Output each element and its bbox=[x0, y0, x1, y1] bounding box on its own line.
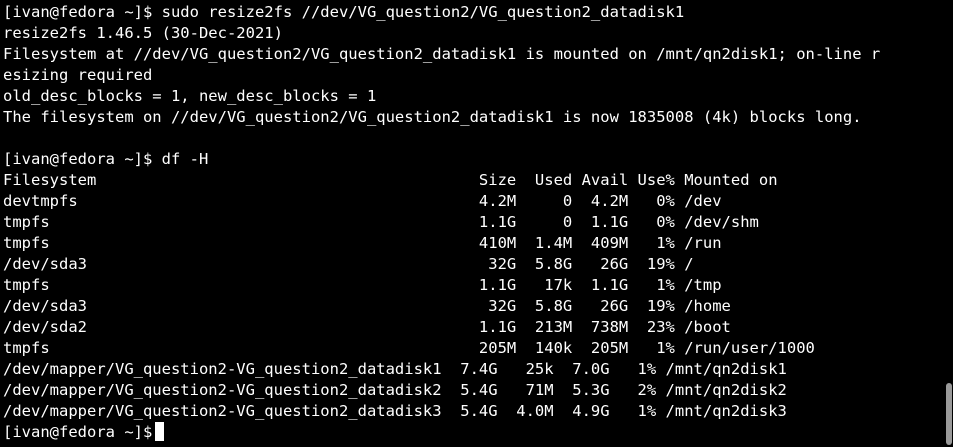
prompt-text: [ivan@fedora ~]$ bbox=[3, 423, 153, 441]
command-line: [ivan@fedora ~]$ df -H bbox=[3, 150, 209, 168]
text-cursor bbox=[155, 422, 165, 441]
df-row: /dev/mapper/VG_question2-VG_question2_da… bbox=[3, 381, 787, 399]
scrollbar-thumb[interactable] bbox=[946, 383, 952, 445]
df-row: /dev/mapper/VG_question2-VG_question2_da… bbox=[3, 360, 787, 378]
output-line: esizing required bbox=[3, 66, 153, 84]
terminal-window[interactable]: [ivan@fedora ~]$ sudo resize2fs //dev/VG… bbox=[0, 0, 953, 447]
df-row: /dev/sda2 1.1G 213M 738M 23% /boot bbox=[3, 318, 731, 336]
output-line: The filesystem on //dev/VG_question2/VG_… bbox=[3, 108, 862, 126]
df-row: devtmpfs 4.2M 0 4.2M 0% /dev bbox=[3, 192, 722, 210]
df-row: /dev/mapper/VG_question2-VG_question2_da… bbox=[3, 402, 787, 420]
df-row: tmpfs 1.1G 0 1.1G 0% /dev/shm bbox=[3, 213, 759, 231]
df-row: tmpfs 1.1G 17k 1.1G 1% /tmp bbox=[3, 276, 722, 294]
scrollbar-track[interactable] bbox=[943, 0, 953, 447]
df-row: /dev/sda3 32G 5.8G 26G 19% /home bbox=[3, 297, 731, 315]
df-row: tmpfs 205M 140k 205M 1% /run/user/1000 bbox=[3, 339, 815, 357]
output-line: Filesystem at //dev/VG_question2/VG_ques… bbox=[3, 45, 881, 63]
df-row: tmpfs 410M 1.4M 409M 1% /run bbox=[3, 234, 722, 252]
prompt-line[interactable]: [ivan@fedora ~]$ bbox=[3, 422, 943, 443]
terminal-output: [ivan@fedora ~]$ sudo resize2fs //dev/VG… bbox=[3, 2, 943, 443]
df-row: /dev/sda3 32G 5.8G 26G 19% / bbox=[3, 255, 694, 273]
output-line: old_desc_blocks = 1, new_desc_blocks = 1 bbox=[3, 87, 377, 105]
command-line: [ivan@fedora ~]$ sudo resize2fs //dev/VG… bbox=[3, 3, 685, 21]
output-line: resize2fs 1.46.5 (30-Dec-2021) bbox=[3, 24, 283, 42]
df-header-row: Filesystem Size Used Avail Use% Mounted … bbox=[3, 171, 778, 189]
